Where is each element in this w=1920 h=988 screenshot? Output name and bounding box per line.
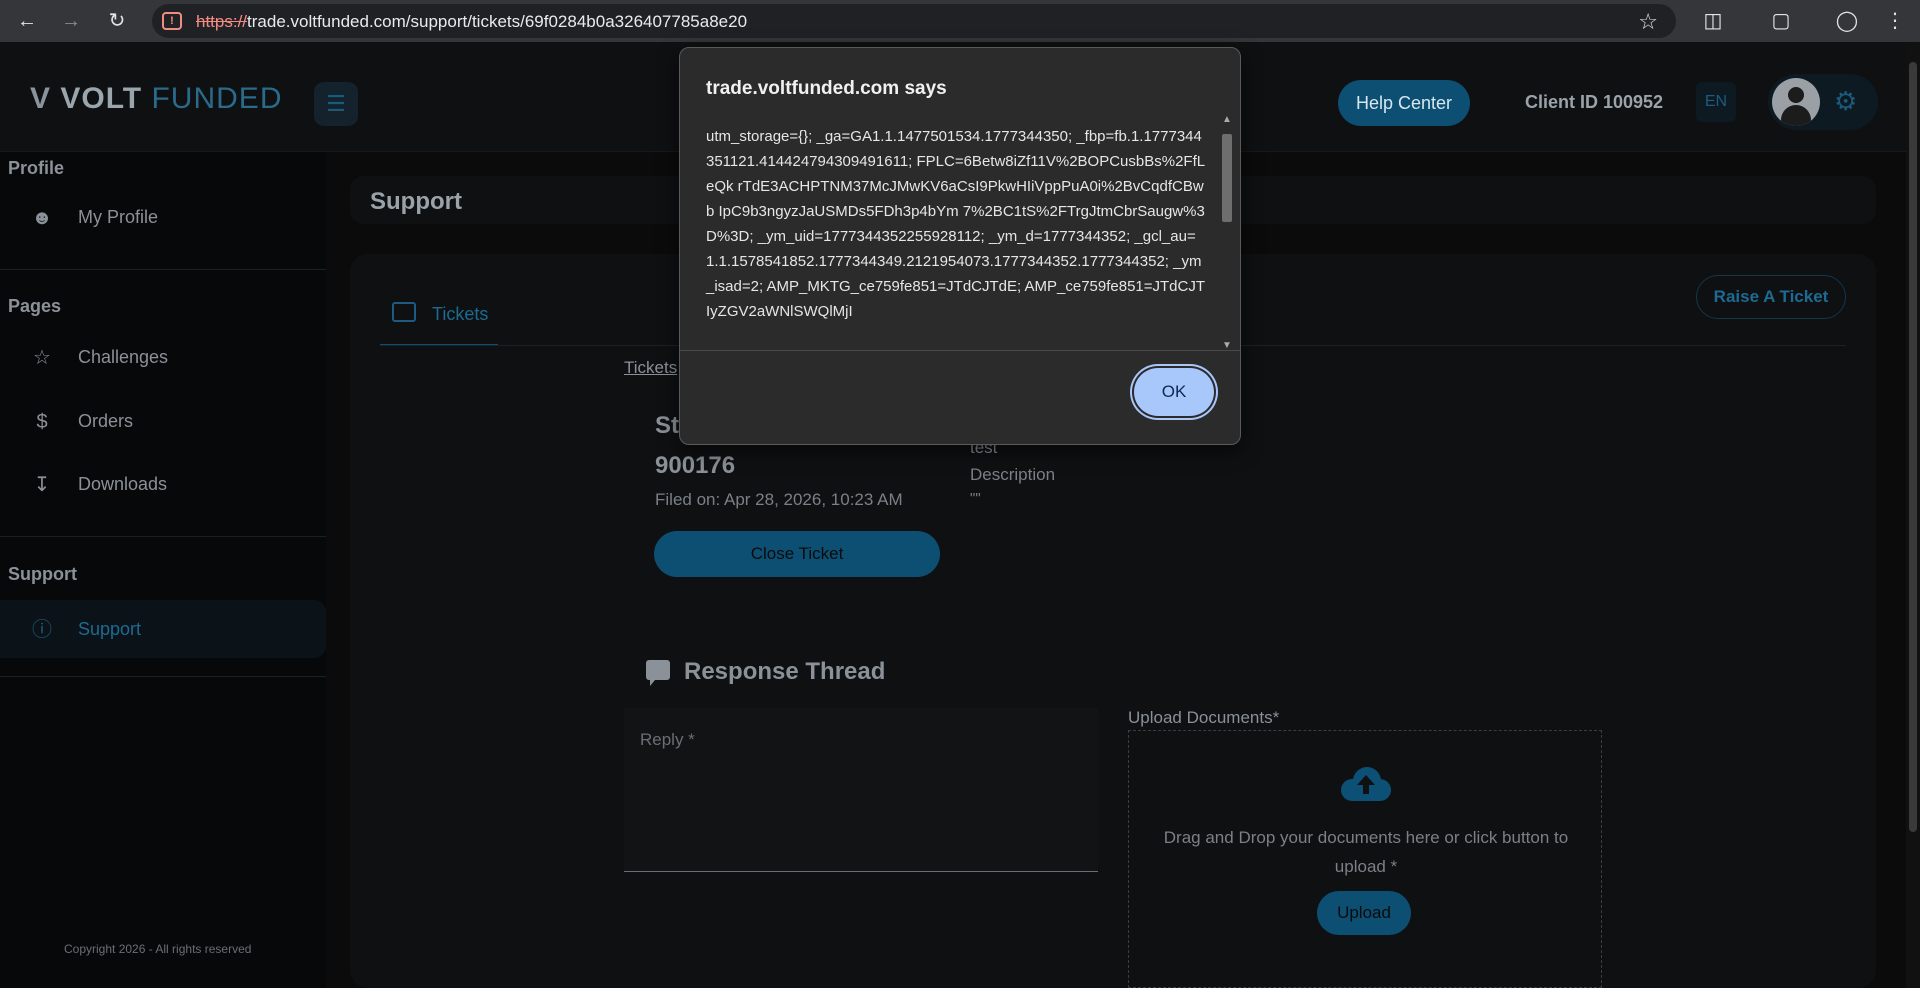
raise-ticket-button[interactable]: Raise A Ticket (1696, 275, 1846, 319)
logo-text-funded: FUNDED (151, 82, 283, 115)
reply-placeholder: Reply * (640, 730, 695, 749)
section-title-support: Support (8, 564, 77, 584)
sidebar-item-label: My Profile (78, 207, 159, 227)
divider (0, 269, 326, 270)
section-title-profile: Profile (8, 158, 65, 178)
cloud-upload-icon (1341, 767, 1391, 801)
upload-documents-label: Upload Documents* (1128, 708, 1280, 727)
language-button[interactable]: EN (1696, 82, 1736, 122)
hamburger-menu-icon[interactable]: ☰ (314, 82, 358, 126)
account-icon[interactable]: ◯ (1834, 8, 1860, 34)
browser-toolbar: ← → ↻ ! https://trade.voltfunded.com/sup… (0, 0, 1920, 42)
star-icon: ☆ (33, 347, 51, 369)
ticket-icon (392, 302, 416, 322)
ok-button[interactable]: OK (1134, 368, 1214, 416)
url-text[interactable]: https://trade.voltfunded.com/support/tic… (196, 12, 747, 32)
reload-icon[interactable]: ↻ (106, 10, 128, 32)
address-bar[interactable]: ! https://trade.voltfunded.com/support/t… (152, 4, 1676, 38)
divider (0, 676, 326, 677)
filed-on-date: Filed on: Apr 28, 2026, 10:23 AM (655, 490, 903, 509)
client-id-label: Client ID 100952 (1525, 92, 1664, 112)
profile-menu[interactable]: ⚙ (1768, 74, 1878, 130)
download-icon: ↧ (33, 474, 51, 496)
sidebar-item-label: Challenges (78, 347, 169, 367)
sidebar-item-label: Support (78, 619, 142, 639)
clipboard-dollar-icon: $ (36, 411, 48, 433)
sidebar-item-challenges[interactable]: ☆ Challenges (30, 332, 320, 382)
back-arrow-icon[interactable]: ← (16, 10, 38, 32)
sidebar-item-label: Orders (78, 411, 134, 431)
page-title: Support (370, 188, 462, 215)
scroll-up-icon[interactable]: ▲ (1222, 114, 1232, 125)
avatar[interactable] (1772, 78, 1820, 126)
bookmark-star-icon[interactable]: ☆ (1638, 9, 1658, 35)
sidebar-item-support[interactable]: ⓘ Support (30, 604, 320, 654)
close-ticket-button[interactable]: Close Ticket (654, 531, 940, 577)
sidebar-item-downloads[interactable]: ↧ Downloads (30, 459, 320, 509)
sidebar-item-my-profile[interactable]: ☻ My Profile (30, 192, 320, 242)
dialog-scrollbar[interactable]: ▲ ▼ (1219, 114, 1235, 356)
logo-text-volt: VOLT (60, 82, 143, 115)
sidebar: Profile ☻ My Profile Pages ☆ Challenges … (0, 152, 326, 988)
breadcrumb-tickets-link[interactable]: Tickets (624, 358, 677, 378)
sidebar-item-label: Downloads (78, 474, 168, 494)
section-title-pages: Pages (8, 296, 62, 316)
page-scrollbar[interactable] (1906, 42, 1920, 988)
divider (0, 536, 326, 537)
not-secure-icon[interactable]: ! (162, 12, 182, 30)
tab-search-icon[interactable]: ▢ (1768, 8, 1794, 34)
sidebar-item-orders[interactable]: $ Orders (30, 396, 320, 446)
help-center-button[interactable]: Help Center (1338, 80, 1470, 126)
tab-tickets[interactable]: Tickets (380, 290, 498, 346)
scrollbar-thumb[interactable] (1909, 62, 1917, 832)
copyright-text: Copyright 2026 - All rights reserved (64, 942, 252, 956)
reply-textarea[interactable]: Reply * (624, 708, 1098, 872)
tab-label: Tickets (432, 304, 489, 324)
avatar-body (1781, 105, 1811, 126)
more-menu-icon[interactable]: ⋮ (1882, 8, 1908, 34)
upload-button[interactable]: Upload (1317, 891, 1411, 935)
help-circle-icon: ⓘ (32, 619, 52, 641)
upload-dropzone[interactable]: Drag and Drop your documents here or cli… (1128, 730, 1602, 988)
user-circle-icon: ☻ (31, 207, 53, 229)
description-label: Description (970, 465, 1056, 484)
chat-bubble-icon (646, 660, 670, 686)
alert-dialog: trade.voltfunded.com says utm_storage={}… (679, 47, 1241, 445)
dialog-divider (680, 350, 1240, 351)
dropzone-text: Drag and Drop your documents here or cli… (1163, 828, 1569, 876)
logo-mark: V (30, 82, 52, 115)
response-thread-title: Response Thread (684, 658, 886, 685)
dialog-title: trade.voltfunded.com says (706, 78, 947, 99)
volt-funded-logo[interactable]: V VOLT FUNDED (30, 82, 282, 116)
ticket-status-text: St (655, 412, 679, 439)
dialog-message-area[interactable]: utm_storage={}; _ga=GA1.1.1477501534.177… (680, 114, 1240, 354)
dialog-scrollbar-thumb[interactable] (1222, 134, 1232, 222)
gear-icon[interactable]: ⚙ (1834, 86, 1857, 117)
ticket-id: 900176 (655, 452, 736, 479)
forward-arrow-icon[interactable]: → (60, 10, 82, 32)
extensions-icon[interactable]: ◫ (1700, 8, 1726, 34)
dialog-message: utm_storage={}; _ga=GA1.1.1477501534.177… (706, 128, 1206, 320)
description-value: "" (970, 490, 981, 507)
avatar-head (1788, 87, 1804, 103)
